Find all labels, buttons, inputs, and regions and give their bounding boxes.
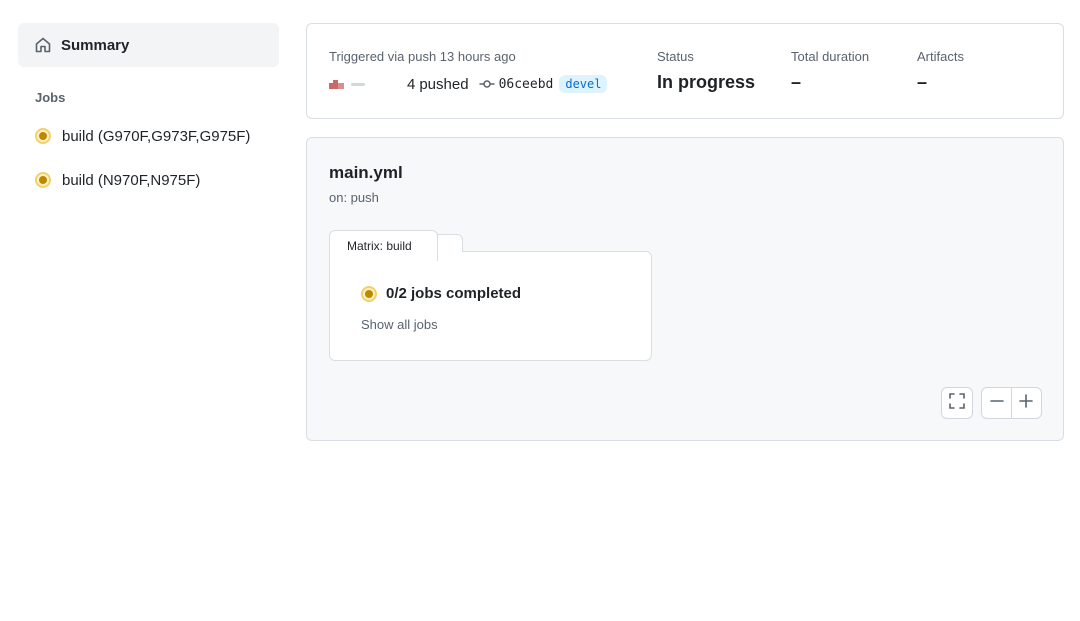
- sidebar-item-label: Summary: [61, 36, 130, 54]
- status-block: Status In progress: [657, 49, 755, 93]
- sidebar-item-summary[interactable]: Summary: [18, 23, 279, 67]
- matrix-job-group[interactable]: 0/2 jobs completed Show all jobs: [329, 251, 652, 361]
- duration-value: –: [791, 72, 802, 92]
- workflow-graph-card: main.yml on: push Matrix: build 0/2 jobs…: [306, 137, 1064, 441]
- job-label: build (N970F,N975F): [62, 171, 201, 189]
- workflow-trigger: on: push: [329, 190, 379, 205]
- zoom-in-button[interactable]: [1012, 388, 1041, 418]
- matrix-tab[interactable]: Matrix: build: [329, 230, 438, 261]
- status-value: In progress: [657, 72, 756, 92]
- pushed-text: pushed: [419, 75, 469, 93]
- avatar[interactable]: [329, 79, 345, 89]
- artifacts-value: –: [917, 72, 928, 92]
- duration-block: Total duration –: [791, 49, 869, 93]
- artifacts-label: Artifacts: [917, 49, 964, 64]
- sidebar-item-job[interactable]: build (N970F,N975F): [18, 158, 279, 202]
- sidebar: Summary Jobs build (G970F,G973F,G975F) b…: [18, 23, 279, 202]
- artifacts-block: Artifacts –: [917, 49, 964, 93]
- matrix-tab-stack: [437, 234, 463, 252]
- show-all-jobs-link[interactable]: Show all jobs: [361, 317, 438, 332]
- status-label: Status: [657, 49, 694, 64]
- fit-to-screen-button[interactable]: [941, 387, 973, 419]
- zoom-controls: [981, 387, 1042, 419]
- actor-name[interactable]: xxxxxxxx: [349, 76, 409, 93]
- jobs-heading: Jobs: [35, 90, 66, 105]
- commit-sha-link[interactable]: 06ceebd: [499, 77, 554, 92]
- home-icon: [34, 36, 52, 54]
- in-progress-dot-icon: [361, 285, 377, 302]
- jobs-completed-count: 0/2 jobs completed: [386, 285, 522, 302]
- actor-row: xxxxxxxx 4 pushed 06ceebd devel: [329, 75, 608, 93]
- fullscreen-icon: [948, 392, 966, 415]
- workflow-file-name: main.yml: [329, 163, 403, 182]
- plus-icon: [1018, 393, 1034, 414]
- minus-icon: [989, 393, 1005, 414]
- job-label: build (G970F,G973F,G975F): [62, 127, 251, 145]
- matrix-status-row: 0/2 jobs completed: [361, 285, 521, 302]
- in-progress-dot-icon: [35, 128, 51, 144]
- trigger-text: Triggered via push 13 hours ago: [329, 49, 516, 64]
- git-commit-icon: [479, 76, 495, 92]
- run-summary-card: Triggered via push 13 hours ago xxxxxxxx…: [306, 23, 1064, 119]
- job-list: build (G970F,G973F,G975F) build (N970F,N…: [18, 114, 279, 202]
- zoom-out-button[interactable]: [982, 388, 1011, 418]
- in-progress-dot-icon: [35, 172, 51, 188]
- sidebar-item-job[interactable]: build (G970F,G973F,G975F): [18, 114, 279, 158]
- duration-label: Total duration: [791, 49, 870, 64]
- branch-badge[interactable]: devel: [559, 75, 608, 93]
